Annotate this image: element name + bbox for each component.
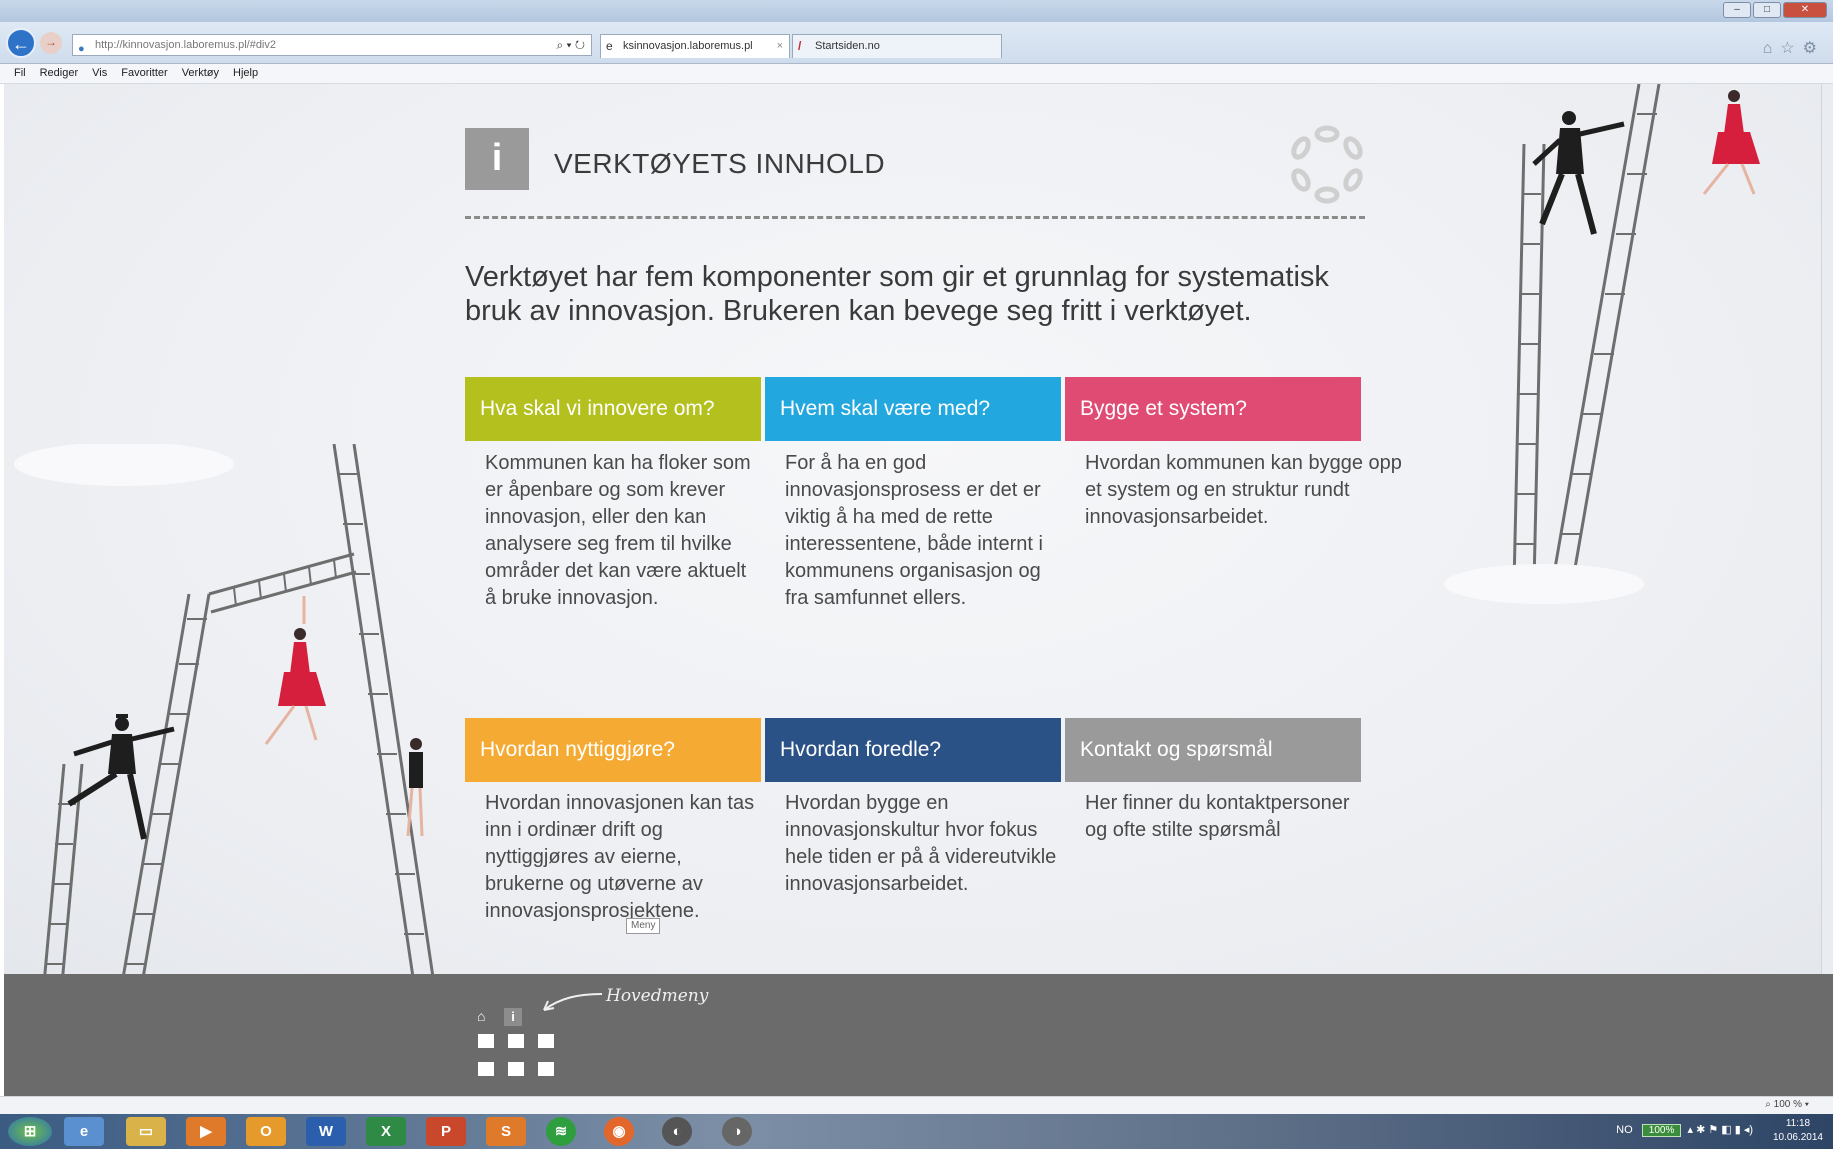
spotify-taskbar-icon[interactable]: ≋ xyxy=(546,1117,576,1146)
page-title: VERKTØYETS INNHOLD xyxy=(554,148,886,179)
page-icon: ● xyxy=(78,43,85,55)
tray-language[interactable]: NO xyxy=(1616,1124,1633,1136)
address-text: http://kinnovasjon.laboremus.pl/#div2 xyxy=(95,39,276,51)
app-taskbar-icon[interactable]: ◐ xyxy=(662,1117,692,1146)
intro-text: Verktøyet har fem komponenter som gir et… xyxy=(465,261,1329,327)
page-scrollbar[interactable] xyxy=(1821,84,1833,974)
card-header-system[interactable]: Bygge et system? xyxy=(1065,377,1361,441)
menu-view[interactable]: Vis xyxy=(92,64,107,83)
home-icon[interactable]: ⌂ xyxy=(477,1008,493,1024)
info-icon: i xyxy=(465,128,529,190)
main-menu-label: Hovedmeny xyxy=(606,986,709,1006)
menu-bar: Fil Rediger Vis Favoritter Verktøy Hjelp xyxy=(0,64,1833,84)
tab-label: Startsiden.no xyxy=(815,40,880,52)
card-text-hvem: For å ha en god innovasjonsprosess er de… xyxy=(785,452,1043,609)
divider xyxy=(465,216,1365,219)
clock-time: 11:18 xyxy=(1785,1118,1811,1129)
status-bar: ⌕ 100 % ▾ xyxy=(0,1096,1833,1114)
menu-favorites[interactable]: Favoritter xyxy=(121,64,167,83)
menu-help[interactable]: Hjelp xyxy=(233,64,258,83)
maximize-button[interactable]: □ xyxy=(1753,2,1781,18)
card-header-foredle[interactable]: Hvordan foredle? xyxy=(765,718,1061,782)
word-taskbar-icon[interactable]: W xyxy=(306,1117,346,1146)
system-tray[interactable]: NO 100% ▴ ✱ ⚑ ◧ ▮ ◂) xyxy=(1616,1123,1753,1137)
browser-navbar: ← → ● http://kinnovasjon.laboremus.pl/#d… xyxy=(0,22,1833,64)
media-taskbar-icon[interactable]: ▶ xyxy=(186,1117,226,1146)
ladders-illustration-left xyxy=(14,444,435,974)
back-button[interactable]: ← xyxy=(6,28,36,58)
card-text-foredle: Hvordan bygge en innovasjonskultur hvor … xyxy=(785,792,1057,895)
zoom-level[interactable]: ⌕ 100 % ▾ xyxy=(1765,1099,1809,1110)
clock-date: 10.06.2014 xyxy=(1772,1132,1823,1143)
explorer-taskbar-icon[interactable]: ▭ xyxy=(126,1117,166,1146)
search-refresh-icons[interactable]: ⌕ ▾ ↻ xyxy=(556,35,585,55)
taskbar: ⊞ e ▭ ▶ O W X P S ≋ ◉ ◐ ◑ NO 100% ▴ ✱ ⚑ … xyxy=(0,1114,1833,1149)
zoom-icon: ⌕ xyxy=(1765,1099,1771,1110)
card-header-hvem[interactable]: Hvem skal være med? xyxy=(765,377,1061,441)
address-bar[interactable]: ● http://kinnovasjon.laboremus.pl/#div2 … xyxy=(72,34,592,56)
card-header-innovere[interactable]: Hva skal vi innovere om? xyxy=(465,377,761,441)
window-controls: – □ ✕ xyxy=(1723,2,1827,18)
start-button[interactable]: ⊞ xyxy=(8,1117,52,1146)
arrow-icon xyxy=(543,993,603,1011)
window-titlebar: – □ ✕ xyxy=(0,0,1833,22)
card-header-nyttiggjore[interactable]: Hvordan nyttiggjøre? xyxy=(465,718,761,782)
firefox-taskbar-icon[interactable]: ◉ xyxy=(604,1117,634,1146)
card-header-kontakt[interactable]: Kontakt og spørsmål xyxy=(1065,718,1361,782)
zoom-value: 100 % xyxy=(1773,1099,1803,1110)
chain-icon xyxy=(1291,125,1363,204)
app2-taskbar-icon[interactable]: ◑ xyxy=(722,1117,752,1146)
s-app-taskbar-icon[interactable]: S xyxy=(486,1117,526,1146)
startsiden-tab-icon: / xyxy=(798,39,802,53)
browser-toolbar-icons[interactable]: ⌂☆⚙ xyxy=(1763,38,1825,58)
page-content: i VERKTØYETS INNHOLD Verktøyet har fem k… xyxy=(4,84,1833,974)
card-text-system: Hvordan kommunen kan bygge opp et system… xyxy=(1085,452,1402,528)
clock[interactable]: 11:18 10.06.2014 xyxy=(1773,1117,1823,1145)
card-text-kontakt: Her finner du kontaktpersoner og ofte st… xyxy=(1085,792,1350,841)
menu-edit[interactable]: Rediger xyxy=(40,64,79,83)
close-window-button[interactable]: ✕ xyxy=(1783,2,1827,18)
tab-startsiden[interactable]: / Startsiden.no xyxy=(792,34,1002,58)
menu-tools[interactable]: Verktøy xyxy=(182,64,219,83)
menu-file[interactable]: Fil xyxy=(14,64,26,83)
excel-taskbar-icon[interactable]: X xyxy=(366,1117,406,1146)
card-text-innovere: Kommunen kan ha floker som er åpenbare o… xyxy=(485,452,751,609)
card-text-nyttiggjore: Hvordan innovasjonen kan tas inn i ordin… xyxy=(485,792,755,922)
tab-label: ksinnovasjon.laboremus.pl xyxy=(623,40,753,52)
battery-indicator[interactable]: 100% xyxy=(1641,1124,1682,1137)
main-menu-grid-icon[interactable] xyxy=(478,1034,554,1076)
tab-active[interactable]: e ksinnovasjon.laboremus.pl × xyxy=(600,34,790,58)
minimize-button[interactable]: – xyxy=(1723,2,1751,18)
forward-button[interactable]: → xyxy=(40,32,62,54)
powerpoint-taskbar-icon[interactable]: P xyxy=(426,1117,466,1146)
ie-tab-icon: e xyxy=(606,39,613,53)
outlook-taskbar-icon[interactable]: O xyxy=(246,1117,286,1146)
info-small-icon[interactable]: i xyxy=(504,1008,522,1026)
menu-tooltip: Meny xyxy=(626,918,661,934)
page-footer: ⌂ i Hovedmeny xyxy=(4,974,1833,1096)
ie-taskbar-icon[interactable]: e xyxy=(64,1117,104,1146)
ladders-illustration-right xyxy=(1444,84,1760,604)
tab-close-icon[interactable]: × xyxy=(777,35,783,57)
